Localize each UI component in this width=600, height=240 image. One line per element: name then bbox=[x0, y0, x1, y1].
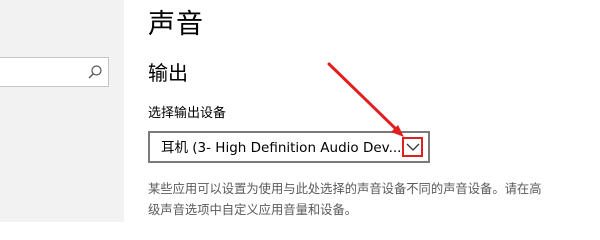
output-device-dropdown[interactable]: 耳机 (3- High Definition Audio Dev... bbox=[148, 131, 430, 163]
selected-device-value: 耳机 (3- High Definition Audio Dev... bbox=[161, 139, 401, 157]
page-title: 声音 bbox=[148, 9, 204, 40]
output-heading: 输出 bbox=[148, 61, 188, 85]
description-line: 某些应用可以设置为使用与此处选择的声音设备不同的声音设备。请在高 bbox=[148, 182, 542, 196]
sidebar bbox=[0, 0, 124, 222]
selected-device-text: 耳机 (3- High Definition Audio Dev... bbox=[161, 140, 401, 156]
search-icon[interactable] bbox=[87, 64, 103, 80]
description-line: 级声音选项中自定义应用音量和设备。 bbox=[148, 203, 358, 217]
search-input[interactable] bbox=[0, 57, 109, 87]
chevron-down-icon[interactable] bbox=[406, 142, 420, 152]
output-description: 某些应用可以设置为使用与此处选择的声音设备不同的声音设备。请在高 级声音选项中自… bbox=[148, 179, 598, 221]
output-device-label: 选择输出设备 bbox=[148, 106, 227, 121]
dropdown-toggle-highlight[interactable] bbox=[402, 137, 423, 157]
